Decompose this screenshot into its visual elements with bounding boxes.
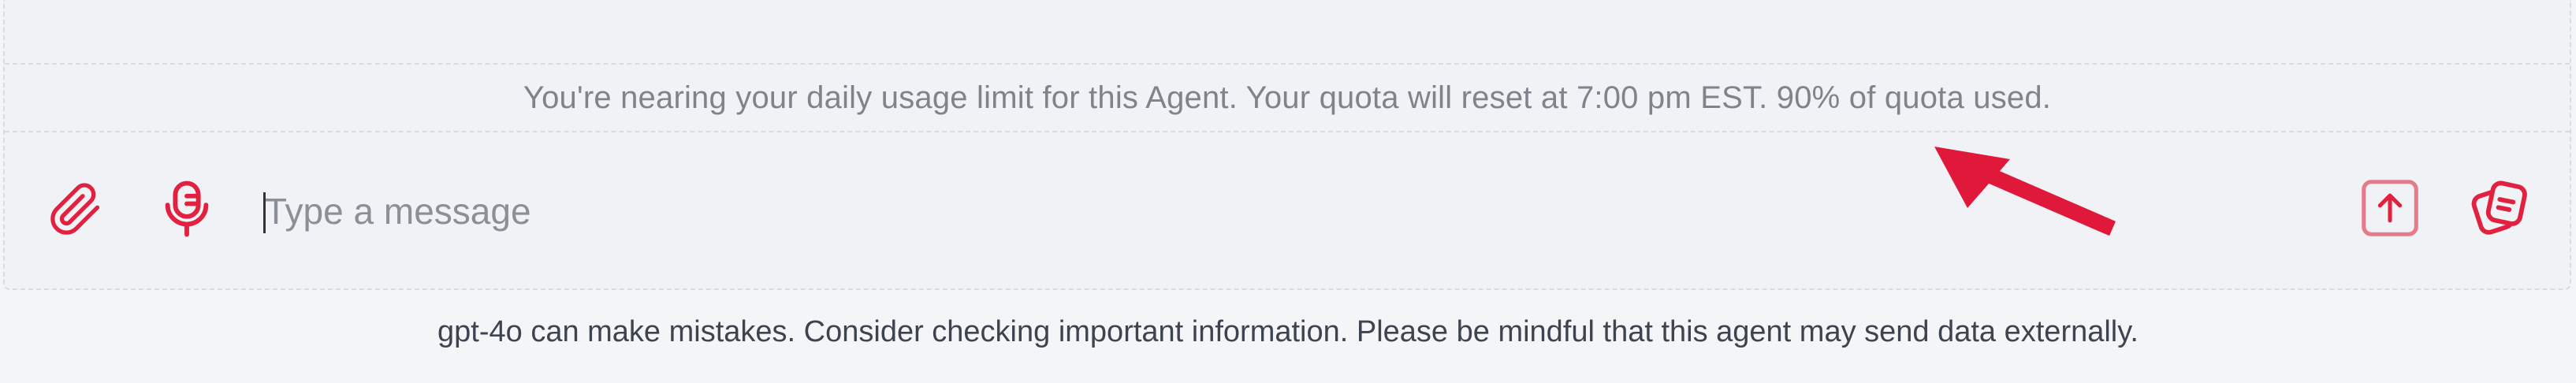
send-button[interactable] [2360, 178, 2420, 238]
copy-prompt-button[interactable] [2466, 173, 2537, 244]
microphone-icon [165, 180, 209, 237]
annotation-arrow-icon [1934, 147, 2116, 236]
message-composer: You're nearing your daily usage limit fo… [3, 0, 2571, 290]
quota-warning-banner: You're nearing your daily usage limit fo… [5, 63, 2570, 132]
message-input-row [5, 132, 2570, 287]
chat-page: You're nearing your daily usage limit fo… [0, 0, 2576, 383]
footer-disclaimer: gpt-4o can make mistakes. Consider check… [437, 315, 2139, 348]
attach-file-button[interactable] [44, 178, 107, 241]
arrow-up-icon [2362, 180, 2418, 236]
voice-input-button[interactable] [151, 173, 222, 244]
paperclip-icon [50, 183, 100, 235]
copy-icon [2471, 180, 2527, 235]
quota-warning-text: You're nearing your daily usage limit fo… [523, 80, 2052, 115]
